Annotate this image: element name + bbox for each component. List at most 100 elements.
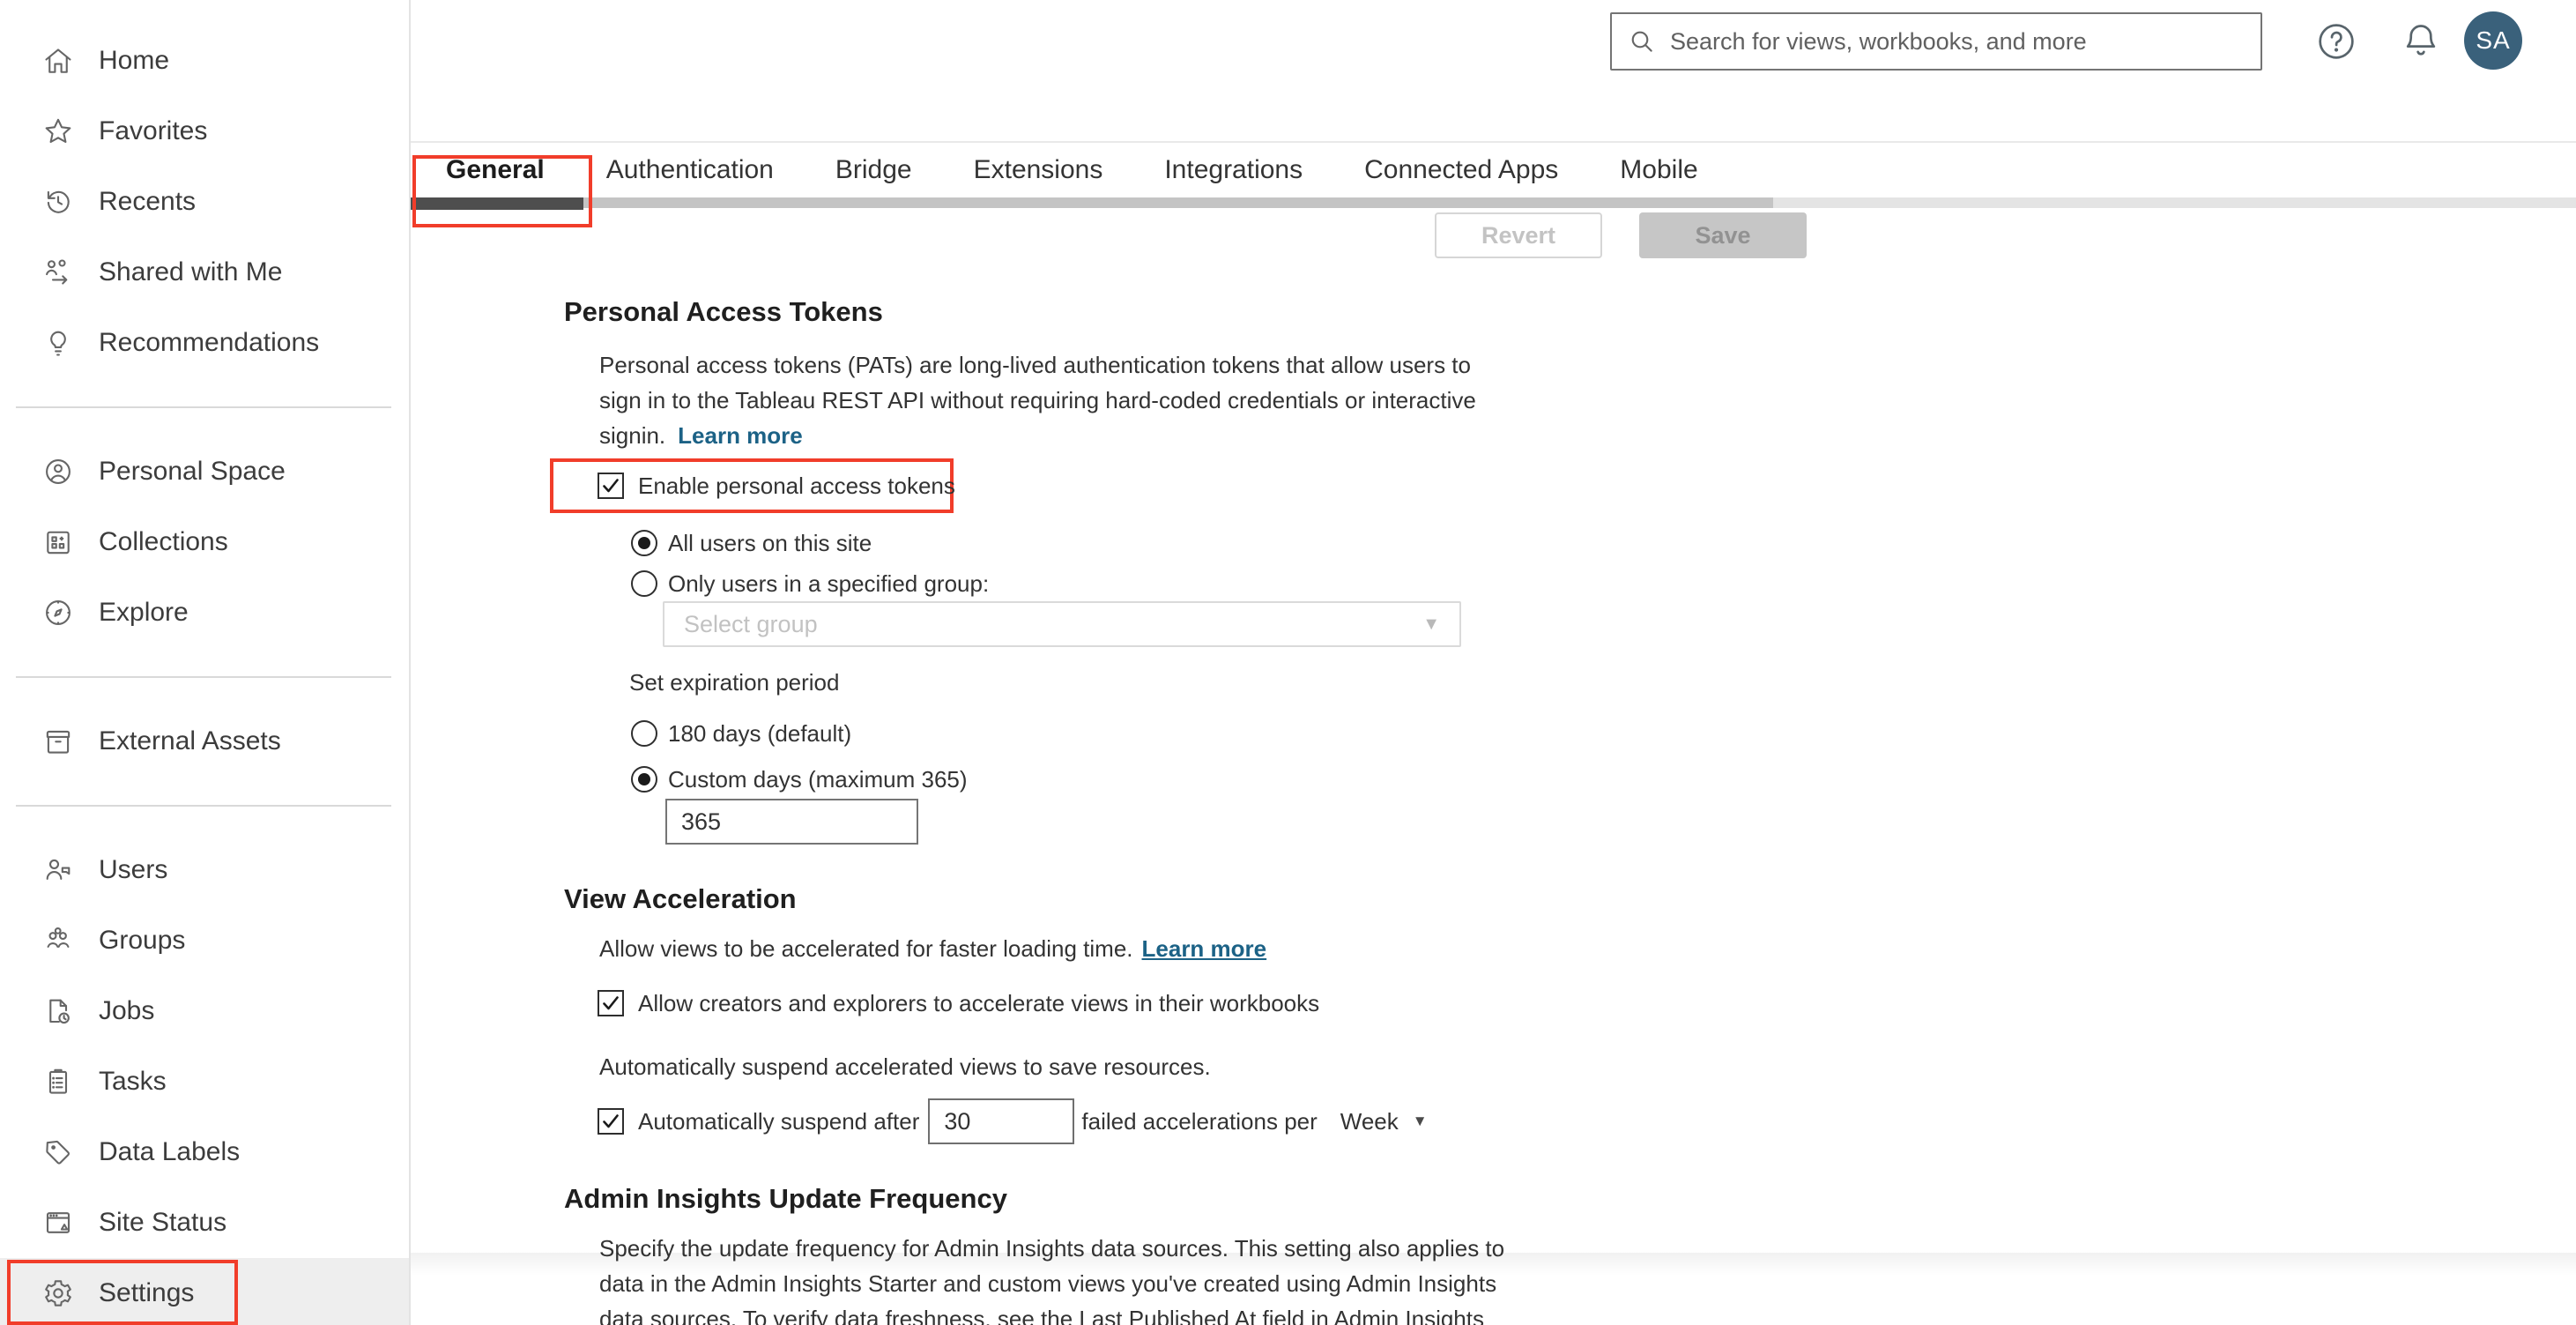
sidebar-item-groups[interactable]: Groups bbox=[0, 905, 409, 976]
tabs: General Authentication Bridge Extensions… bbox=[411, 143, 2576, 197]
save-button[interactable]: Save bbox=[1639, 212, 1807, 258]
sidebar-item-shared-with-me[interactable]: Shared with Me bbox=[0, 237, 409, 308]
checkmark-icon bbox=[603, 996, 619, 1010]
sidebar-item-home[interactable]: Home bbox=[0, 26, 409, 96]
expiration-label: Set expiration period bbox=[629, 669, 840, 696]
ai-description-line: data sources. To verify data freshness, … bbox=[599, 1306, 1484, 1325]
pat-learn-more-link[interactable]: Learn more bbox=[678, 422, 803, 449]
radio-row-180-days: 180 days (default) bbox=[631, 716, 2576, 751]
tab-underline-track-mid bbox=[411, 197, 1773, 208]
tab-bridge[interactable]: Bridge bbox=[835, 155, 912, 185]
sidebar-item-users[interactable]: Users bbox=[0, 835, 409, 905]
radio-row-custom-days: Custom days (maximum 365) bbox=[631, 762, 2576, 797]
enable-pat-checkbox[interactable] bbox=[598, 473, 624, 499]
group-select[interactable]: Select group ▼ bbox=[663, 601, 1461, 647]
sidebar-item-settings[interactable]: Settings bbox=[0, 1258, 409, 1325]
tab-mobile[interactable]: Mobile bbox=[1620, 155, 1697, 185]
annotation-enable-pat-box: Enable personal access tokens bbox=[550, 458, 955, 513]
sidebar-item-label: External Assets bbox=[99, 726, 281, 756]
pat-description: Personal access tokens (PATs) are long-l… bbox=[599, 347, 1622, 453]
tab-integrations[interactable]: Integrations bbox=[1164, 155, 1303, 185]
specified-group-label: Only users in a specified group: bbox=[668, 569, 990, 597]
chevron-down-icon: ▼ bbox=[1412, 1113, 1428, 1129]
tag-icon bbox=[42, 1136, 74, 1168]
site-status-icon bbox=[42, 1207, 74, 1239]
tab-authentication[interactable]: Authentication bbox=[606, 155, 774, 185]
chevron-down-icon: ▼ bbox=[1422, 614, 1440, 634]
va-learn-more-link[interactable]: Learn more bbox=[1142, 935, 1267, 962]
tableau-settings-page: Home Favorites Recents Shared with Me Re… bbox=[0, 0, 2576, 1325]
compass-icon bbox=[42, 597, 74, 629]
va-allow-row: Allow creators and explorers to accelera… bbox=[598, 986, 2576, 1021]
user-icon bbox=[42, 854, 74, 886]
sidebar-item-explore[interactable]: Explore bbox=[0, 577, 409, 648]
custom-days-label: Custom days (maximum 365) bbox=[668, 765, 968, 793]
radio-row-specified-group: Only users in a specified group: bbox=[631, 566, 2576, 601]
section-title-admin-insights: Admin Insights Update Frequency bbox=[564, 1183, 1007, 1214]
days-180-radio[interactable] bbox=[631, 720, 657, 747]
search-icon bbox=[1631, 31, 1652, 52]
suspend-note: Automatically suspend accelerated views … bbox=[599, 1053, 1211, 1080]
custom-days-input[interactable] bbox=[665, 799, 918, 845]
ai-description-line: Specify the update frequency for Admin I… bbox=[599, 1235, 1505, 1262]
sidebar-item-label: Groups bbox=[99, 926, 186, 955]
checkmark-icon bbox=[603, 1114, 619, 1128]
days-180-label: 180 days (default) bbox=[668, 719, 852, 747]
all-users-label: All users on this site bbox=[668, 529, 872, 556]
header: SA bbox=[411, 0, 2576, 143]
clipboard-icon bbox=[42, 1066, 74, 1098]
sidebar-item-label: Explore bbox=[99, 598, 189, 627]
sidebar-item-external-assets[interactable]: External Assets bbox=[0, 706, 409, 777]
custom-days-radio[interactable] bbox=[631, 766, 657, 793]
suspend-count-input[interactable] bbox=[928, 1098, 1075, 1144]
sidebar-item-jobs[interactable]: Jobs bbox=[0, 976, 409, 1046]
sidebar-item-label: Favorites bbox=[99, 116, 208, 145]
sidebar-item-site-status[interactable]: Site Status bbox=[0, 1187, 409, 1258]
group-select-placeholder: Select group bbox=[684, 610, 818, 637]
avatar[interactable]: SA bbox=[2464, 11, 2522, 70]
sidebar-item-collections[interactable]: Collections bbox=[0, 507, 409, 577]
sidebar-item-tasks[interactable]: Tasks bbox=[0, 1046, 409, 1117]
search-input[interactable] bbox=[1670, 27, 2245, 56]
revert-button[interactable]: Revert bbox=[1435, 212, 1602, 258]
people-icon bbox=[42, 925, 74, 957]
sidebar-item-label: Recents bbox=[99, 187, 197, 216]
radio-dot bbox=[638, 773, 650, 785]
sidebar-item-label: Home bbox=[99, 46, 170, 75]
notifications-bell-icon[interactable] bbox=[2399, 19, 2443, 63]
suspend-checkbox[interactable] bbox=[598, 1108, 624, 1135]
specified-group-radio[interactable] bbox=[631, 570, 657, 597]
va-allow-label: Allow creators and explorers to accelera… bbox=[638, 989, 1320, 1016]
radio-row-all-users: All users on this site bbox=[631, 525, 2576, 561]
active-tab-underline bbox=[411, 197, 583, 210]
sidebar-item-personal-space[interactable]: Personal Space bbox=[0, 436, 409, 507]
pat-description-line: Personal access tokens (PATs) are long-l… bbox=[599, 352, 1471, 378]
tab-extensions[interactable]: Extensions bbox=[974, 155, 1103, 185]
settings-content: Personal Access Tokens Personal access t… bbox=[411, 264, 2576, 1325]
sidebar-item-data-labels[interactable]: Data Labels bbox=[0, 1117, 409, 1187]
person-circle-icon bbox=[42, 456, 74, 488]
sidebar-item-label: Personal Space bbox=[99, 457, 286, 486]
archive-box-icon bbox=[42, 726, 74, 757]
sidebar-item-label: Data Labels bbox=[99, 1137, 241, 1166]
all-users-radio[interactable] bbox=[631, 530, 657, 556]
enable-pat-label: Enable personal access tokens bbox=[638, 472, 955, 499]
section-title-personal-access-tokens: Personal Access Tokens bbox=[564, 296, 883, 327]
document-clock-icon bbox=[42, 995, 74, 1027]
tab-general[interactable]: General bbox=[446, 155, 545, 185]
pat-description-line: sign in to the Tableau REST API without … bbox=[599, 387, 1476, 413]
star-icon bbox=[42, 115, 74, 147]
search-box bbox=[1610, 12, 2262, 71]
tab-connected-apps[interactable]: Connected Apps bbox=[1364, 155, 1558, 185]
sidebar-item-favorites[interactable]: Favorites bbox=[0, 96, 409, 167]
help-icon[interactable] bbox=[2314, 19, 2358, 63]
va-allow-checkbox[interactable] bbox=[598, 990, 624, 1016]
sidebar-item-recommendations[interactable]: Recommendations bbox=[0, 308, 409, 378]
suspend-prefix-label: Automatically suspend after bbox=[638, 1107, 920, 1135]
sidebar-item-recents[interactable]: Recents bbox=[0, 167, 409, 237]
sidebar-divider bbox=[16, 805, 391, 807]
sidebar-item-label: Tasks bbox=[99, 1067, 167, 1096]
suspend-row: Automatically suspend after failed accel… bbox=[598, 1097, 2576, 1146]
sidebar-item-label: Collections bbox=[99, 527, 228, 556]
suspend-period-select[interactable]: Week ▼ bbox=[1340, 1108, 1428, 1135]
